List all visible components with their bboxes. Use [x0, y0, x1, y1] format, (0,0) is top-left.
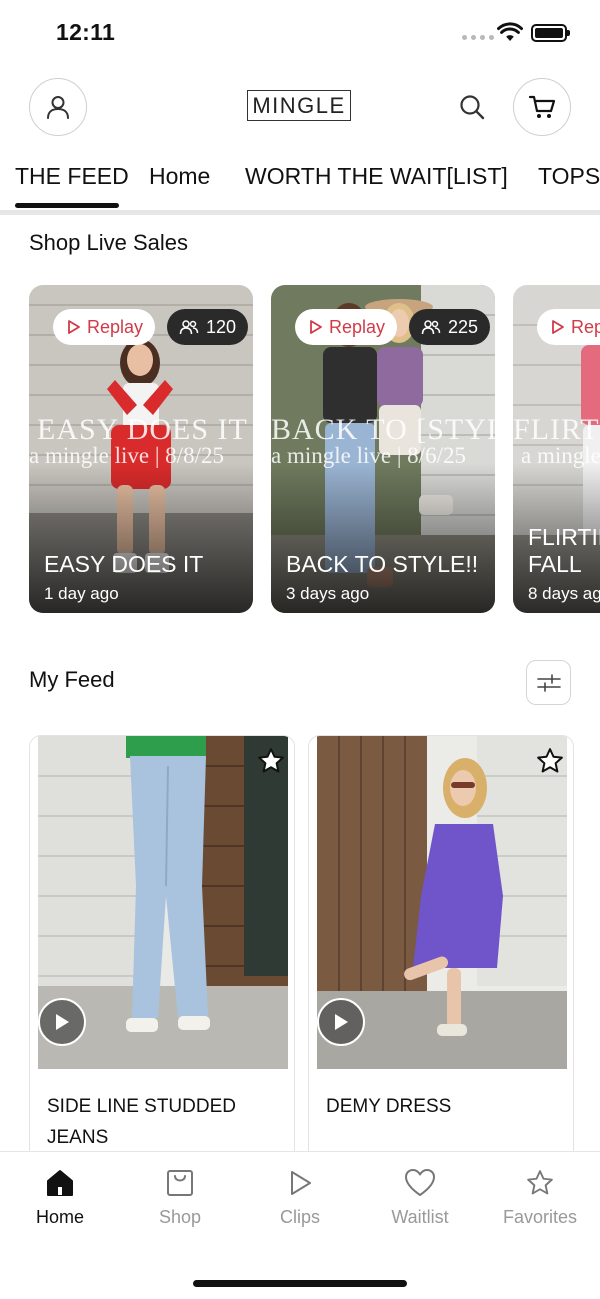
- live-sale-time: 8 days ago: [528, 584, 600, 603]
- battery-icon: [531, 24, 570, 42]
- cellular-signal-icon: [462, 35, 494, 40]
- my-feed-title: My Feed: [29, 667, 115, 692]
- overlay-title: EASY DOES IT: [37, 413, 248, 446]
- search-icon[interactable]: [458, 93, 486, 121]
- product-name: SIDE LINE STUDDED JEANS: [47, 1096, 236, 1148]
- viewers-icon: [179, 320, 199, 335]
- tab-worth-the-waitlist[interactable]: WORTH THE WAIT[LIST]: [245, 163, 508, 190]
- play-icon: [56, 1014, 69, 1030]
- heart-icon: [405, 1169, 435, 1196]
- product-card[interactable]: SIDE LINE STUDDED JEANS: [29, 735, 295, 1165]
- viewer-count: 120: [206, 316, 237, 337]
- replay-label: Replay: [87, 316, 144, 337]
- replay-label: Replay: [329, 316, 386, 337]
- live-sale-time: 1 day ago: [44, 584, 119, 603]
- viewer-count-badge: 225: [409, 309, 491, 345]
- account-button[interactable]: [29, 78, 87, 136]
- play-outline-icon: [310, 320, 322, 334]
- tab-home[interactable]: Home: [149, 163, 210, 190]
- user-icon: [47, 96, 69, 119]
- nav-label: Shop: [158, 1207, 202, 1227]
- home-indicator: [193, 1280, 407, 1287]
- nav-label: Clips: [279, 1207, 320, 1227]
- play-outline-icon: [68, 320, 80, 334]
- viewer-count-badge: 120: [167, 309, 249, 345]
- live-sale-card[interactable]: FLIRTING a mingle Replay FLIRTING FALL 8…: [513, 285, 600, 613]
- live-sales-title: Shop Live Sales: [29, 230, 188, 255]
- bottom-nav: Home Shop Clips Waitlist Favorites: [0, 1151, 600, 1299]
- viewers-icon: [421, 320, 441, 335]
- product-card[interactable]: DEMY DRESS: [308, 735, 574, 1165]
- replay-button[interactable]: Replay: [295, 309, 398, 345]
- star-icon: [527, 1170, 553, 1195]
- replay-button[interactable]: Replay: [537, 309, 600, 345]
- overlay-title: FLIRTING: [513, 413, 600, 446]
- cart-button[interactable]: [513, 78, 571, 136]
- live-sale-title-line2: FALL: [528, 551, 582, 577]
- overlay-subtitle: a mingle live | 8/6/25: [271, 443, 466, 468]
- nav-favorites[interactable]: Favorites: [485, 1168, 595, 1228]
- nav-label: Favorites: [502, 1207, 578, 1227]
- live-sales-carousel: EASY DOES IT a mingle live | 8/8/25 Repl…: [0, 285, 600, 613]
- live-sale-card[interactable]: BACK TO [STYLE] a mingle live | 8/6/25 R…: [271, 285, 495, 613]
- nav-shop[interactable]: Shop: [125, 1168, 235, 1228]
- play-icon: [291, 1171, 311, 1195]
- tab-tops[interactable]: TOPS: [538, 163, 600, 190]
- nav-home[interactable]: Home: [5, 1168, 115, 1228]
- shopping-bag-icon: [167, 1170, 193, 1196]
- tabs-divider: [0, 210, 600, 215]
- favorite-star-icon[interactable]: [256, 746, 286, 776]
- nav-clips[interactable]: Clips: [245, 1168, 355, 1228]
- active-tab-indicator: [15, 203, 119, 208]
- nav-waitlist[interactable]: Waitlist: [365, 1168, 475, 1228]
- play-video-button[interactable]: [38, 998, 86, 1046]
- sliders-icon: [536, 673, 561, 692]
- play-outline-icon: [552, 320, 564, 334]
- live-sale-title: BACK TO STYLE!!: [286, 551, 479, 577]
- overlay-subtitle: a mingle: [521, 443, 600, 468]
- status-time: 12:11: [56, 19, 116, 45]
- play-video-button[interactable]: [317, 998, 365, 1046]
- status-bar: 12:11: [0, 0, 600, 66]
- feed-filter-button[interactable]: [526, 660, 571, 705]
- product-name: DEMY DRESS: [326, 1096, 452, 1117]
- favorite-star-icon[interactable]: [535, 746, 565, 776]
- nav-label: Home: [35, 1207, 84, 1227]
- overlay-subtitle: a mingle live | 8/8/25: [29, 443, 224, 468]
- tab-the-feed[interactable]: THE FEED: [15, 163, 129, 190]
- category-tabs: THE FEED Home WORTH THE WAIT[LIST] TOPS: [0, 160, 600, 216]
- play-icon: [335, 1014, 348, 1030]
- live-sale-title: FLIRTING: [528, 524, 600, 550]
- live-sale-title: EASY DOES IT: [44, 551, 204, 577]
- home-icon: [47, 1170, 73, 1196]
- overlay-title: BACK TO [STYLE]: [271, 413, 495, 446]
- app-header: MINGLE: [0, 78, 600, 138]
- viewer-count: 225: [448, 316, 479, 337]
- cart-icon: [528, 95, 556, 118]
- replay-label: Replay: [571, 316, 600, 337]
- live-sale-card[interactable]: EASY DOES IT a mingle live | 8/8/25 Repl…: [29, 285, 253, 613]
- live-sale-time: 3 days ago: [286, 584, 370, 603]
- replay-button[interactable]: Replay: [53, 309, 156, 345]
- mingle-logo[interactable]: MINGLE: [247, 90, 351, 121]
- wifi-icon: [497, 22, 523, 41]
- nav-label: Waitlist: [391, 1207, 449, 1227]
